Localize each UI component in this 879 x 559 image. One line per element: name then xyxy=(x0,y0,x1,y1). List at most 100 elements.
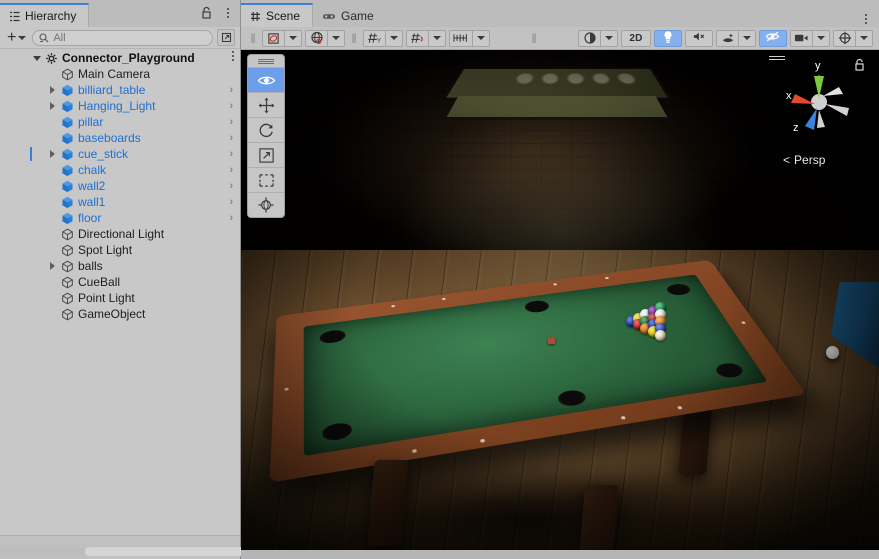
lamp-bulb xyxy=(515,73,534,84)
hierarchy-item-balls[interactable]: balls xyxy=(0,258,240,274)
tab-hierarchy[interactable]: Hierarchy xyxy=(0,3,90,27)
scene-camera-dropdown[interactable] xyxy=(813,29,830,47)
lock-icon[interactable] xyxy=(198,4,214,21)
chevron-down-icon[interactable] xyxy=(30,55,43,61)
hierarchy-item-gameobject[interactable]: GameObject xyxy=(0,306,240,322)
hierarchy-item-hanging-light[interactable]: Hanging_Light › xyxy=(0,98,240,114)
chevron-right-icon[interactable] xyxy=(46,86,59,94)
open-prefab-chevron-icon[interactable]: › xyxy=(229,210,233,226)
gizmos-icon[interactable] xyxy=(833,29,856,47)
pivot-center-icon[interactable] xyxy=(262,29,285,47)
hierarchy-horizontal-scrollbar[interactable] xyxy=(0,547,250,556)
tab-scene[interactable]: Scene xyxy=(241,3,314,27)
scene-shading-dropdown[interactable] xyxy=(601,29,618,47)
transform-tool[interactable] xyxy=(248,192,284,217)
effects-icon[interactable] xyxy=(716,29,739,47)
grid-snapping-dropdown[interactable] xyxy=(429,29,446,47)
scene-viewport[interactable]: x y z < Persp xyxy=(241,50,879,550)
projection-mode-label[interactable]: < Persp xyxy=(783,153,825,167)
view-tool[interactable] xyxy=(248,67,284,92)
scene-fx-group xyxy=(716,29,756,47)
grid-visibility-dropdown[interactable] xyxy=(386,29,403,47)
move-tool[interactable] xyxy=(248,92,284,117)
hierarchy-search-field[interactable] xyxy=(32,29,213,46)
shaded-sphere-icon[interactable] xyxy=(578,29,601,47)
add-gameobject-button[interactable]: + xyxy=(5,29,28,45)
chevron-right-icon[interactable] xyxy=(46,262,59,270)
table-rail xyxy=(269,259,807,483)
pool-ball xyxy=(654,329,666,341)
hanging-light-object xyxy=(437,50,677,142)
hierarchy-item-pillar[interactable]: pillar › xyxy=(0,114,240,130)
grid-axis-icon[interactable]: Y xyxy=(363,29,386,47)
chevron-right-icon[interactable] xyxy=(46,150,59,158)
orientation-gizmo[interactable]: x y z < Persp xyxy=(765,54,873,169)
hierarchy-item-baseboards[interactable]: baseboards › xyxy=(0,130,240,146)
grid-snapping-group xyxy=(406,29,446,47)
prefab-cube-icon xyxy=(59,84,75,97)
scene-fx-dropdown[interactable] xyxy=(739,29,756,47)
hierarchy-item-spot-light[interactable]: Spot Light xyxy=(0,242,240,258)
rotate-tool[interactable] xyxy=(248,117,284,142)
global-space-icon[interactable] xyxy=(305,29,328,47)
increment-snap-dropdown[interactable] xyxy=(473,29,490,47)
hierarchy-toolbar: + xyxy=(0,27,240,49)
scene-audio-button[interactable] xyxy=(685,29,713,47)
handle-space-dropdown[interactable] xyxy=(328,29,345,47)
camera-icon[interactable] xyxy=(790,29,813,47)
hierarchy-item-wall2[interactable]: wall2 › xyxy=(0,178,240,194)
drag-handle-icon[interactable] xyxy=(248,55,284,67)
audio-mute-icon xyxy=(692,30,706,46)
hierarchy-item-chalk[interactable]: chalk › xyxy=(0,162,240,178)
chevron-right-icon[interactable] xyxy=(46,102,59,110)
search-input[interactable] xyxy=(53,31,206,44)
open-prefab-chevron-icon[interactable]: › xyxy=(229,82,233,98)
svg-text:Y: Y xyxy=(377,37,382,44)
scene-tab-actions xyxy=(858,5,874,28)
open-prefab-chevron-icon[interactable]: › xyxy=(229,146,233,162)
hierarchy-item-point-light[interactable]: Point Light xyxy=(0,290,240,306)
hierarchy-item-cueball[interactable]: CueBall xyxy=(0,274,240,290)
scale-icon xyxy=(258,147,275,164)
open-prefab-chevron-icon[interactable]: › xyxy=(229,98,233,114)
grid-snap-icon[interactable] xyxy=(406,29,429,47)
move-arrows-icon xyxy=(258,97,275,114)
hierarchy-item-billiard-table[interactable]: billiard_table › xyxy=(0,82,240,98)
hierarchy-item-directional-light[interactable]: Directional Light xyxy=(0,226,240,242)
kebab-menu-icon[interactable] xyxy=(858,11,874,28)
toolbar-separator xyxy=(530,31,538,46)
tab-game[interactable]: Game xyxy=(313,3,386,27)
scene-visibility-button[interactable] xyxy=(759,29,787,47)
gameobject-cube-icon xyxy=(59,228,75,241)
scrollbar-thumb[interactable] xyxy=(85,547,250,556)
gizmos-dropdown[interactable] xyxy=(856,29,873,47)
ruler-snap-icon[interactable] xyxy=(449,29,473,47)
kebab-menu-icon[interactable] xyxy=(220,4,236,21)
gameobject-cube-icon xyxy=(59,308,75,321)
open-prefab-chevron-icon[interactable]: › xyxy=(229,178,233,194)
rect-tool[interactable] xyxy=(248,167,284,192)
hierarchy-item-list: Main Camera billiard_table › Hanging_Light ›… xyxy=(0,66,240,322)
scale-tool[interactable] xyxy=(248,142,284,167)
hierarchy-tree[interactable]: Connector_Playground Main Camera billiard… xyxy=(0,49,240,535)
lamp-bulb xyxy=(567,73,585,84)
expand-panel-icon[interactable] xyxy=(217,29,235,46)
hierarchy-item-main-camera[interactable]: Main Camera xyxy=(0,66,240,82)
open-prefab-chevron-icon[interactable]: › xyxy=(229,114,233,130)
cueball-object xyxy=(826,346,839,359)
hierarchy-item-label: GameObject xyxy=(78,307,146,321)
open-prefab-chevron-icon[interactable]: › xyxy=(229,162,233,178)
open-prefab-chevron-icon[interactable]: › xyxy=(229,194,233,210)
tab-hierarchy-label: Hierarchy xyxy=(25,9,77,23)
hierarchy-item-floor[interactable]: floor › xyxy=(0,210,240,226)
scene-lighting-button[interactable] xyxy=(654,29,682,47)
hierarchy-item-wall1[interactable]: wall1 › xyxy=(0,194,240,210)
hierarchy-root-row[interactable]: Connector_Playground xyxy=(0,50,240,66)
hierarchy-item-cue-stick[interactable]: cue_stick › xyxy=(0,146,240,162)
open-prefab-chevron-icon[interactable]: › xyxy=(229,130,233,146)
lightbulb-icon xyxy=(662,30,674,47)
2d-toggle-button[interactable]: 2D xyxy=(621,29,651,47)
pivot-mode-dropdown[interactable] xyxy=(285,29,302,47)
kebab-menu-icon[interactable] xyxy=(232,51,234,61)
hierarchy-panel: Hierarchy + All Connector_Playground Mai… xyxy=(0,0,250,559)
